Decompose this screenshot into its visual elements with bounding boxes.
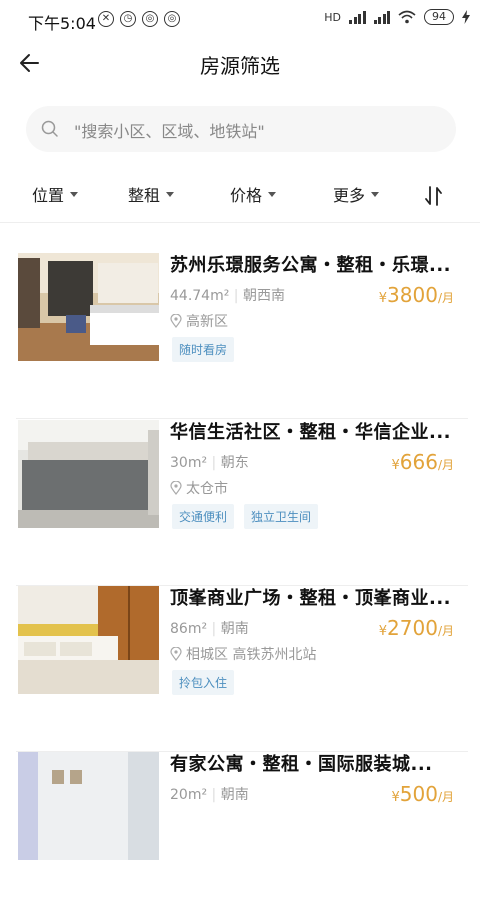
listing-location: 高新区 xyxy=(170,311,228,331)
location-pin-icon xyxy=(170,314,182,328)
filter-label: 位置 xyxy=(32,186,65,205)
listing-price: ¥3800/月 xyxy=(378,283,454,307)
listing-tag: 拎包入住 xyxy=(172,670,235,695)
listing-tag: 随时看房 xyxy=(172,337,235,362)
listing-area: 30m² xyxy=(170,455,208,471)
listing-meta: 30m² | 朝东 xyxy=(170,455,249,471)
listing-tags: 拎包入住 xyxy=(172,670,235,695)
caret-down-icon xyxy=(268,191,277,197)
listing-area: 20m² xyxy=(170,787,208,803)
wifi-icon xyxy=(398,10,416,24)
listing-orientation: 朝南 xyxy=(220,787,249,803)
filter-bar: 位置 整租 价格 更多 xyxy=(0,168,480,223)
listing-price: ¥500/月 xyxy=(391,782,454,806)
listing-tags: 随时看房 xyxy=(172,337,235,362)
listing-meta: 20m² | 朝南 xyxy=(170,787,249,803)
filter-more[interactable]: 更多 xyxy=(333,182,380,206)
caret-down-icon xyxy=(371,191,380,197)
listing-photo xyxy=(18,586,159,694)
mute-icon: ✕ xyxy=(98,11,114,27)
listing-card[interactable]: 顶峯商业广场・整租・顶峯商业... 86m² | 朝南 ¥2700/月 相城区 … xyxy=(0,586,480,752)
listing-card[interactable]: 有家公寓・整租・国际服装城... 20m² | 朝南 ¥500/月 xyxy=(0,752,480,918)
listing-area: 86m² xyxy=(170,621,208,637)
listing-price: ¥2700/月 xyxy=(378,616,454,640)
listing-photo xyxy=(18,253,159,361)
notification-icon: ◎ xyxy=(142,11,158,27)
hd-icon: HD xyxy=(324,10,341,24)
location-pin-icon xyxy=(170,481,182,495)
listing-photo xyxy=(18,752,159,860)
listing-card[interactable]: 苏州乐璟服务公寓・整租・乐璟... 44.74m² | 朝西南 ¥3800/月 … xyxy=(0,253,480,419)
signal-icon xyxy=(373,10,390,24)
listing-location: 太仓市 xyxy=(170,478,228,498)
listing-location: 相城区 高铁苏州北站 xyxy=(170,644,316,664)
filter-label: 整租 xyxy=(128,186,161,205)
listing-meta: 86m² | 朝南 xyxy=(170,621,249,637)
filter-location[interactable]: 位置 xyxy=(32,182,79,206)
caret-down-icon xyxy=(70,191,79,197)
listing-title: 华信生活社区・整租・华信企业... xyxy=(170,422,452,443)
search-input[interactable]: "搜索小区、区域、地铁站" xyxy=(26,106,456,152)
battery-indicator: 94 xyxy=(424,9,454,25)
charging-icon xyxy=(462,10,470,24)
listing-orientation: 朝东 xyxy=(220,455,249,471)
listing-area: 44.74m² xyxy=(170,288,230,304)
listing-orientation: 朝西南 xyxy=(242,288,285,304)
listing-tags: 交通便利 独立卫生间 xyxy=(172,504,319,529)
listing-orientation: 朝南 xyxy=(220,621,249,637)
status-bar: 下午5:04 ✕ ◷ ◎ ◎ HD 94 xyxy=(0,0,480,40)
filter-price[interactable]: 价格 xyxy=(230,182,277,206)
filter-rent-type[interactable]: 整租 xyxy=(128,182,175,206)
notification-icon: ◎ xyxy=(164,11,180,27)
status-notification-icons: ✕ ◷ ◎ ◎ xyxy=(98,11,180,27)
listing-meta: 44.74m² | 朝西南 xyxy=(170,288,285,304)
listing-photo xyxy=(18,420,159,528)
listing-title: 顶峯商业广场・整租・顶峯商业... xyxy=(170,588,452,609)
alarm-icon: ◷ xyxy=(120,11,136,27)
listing-tag: 独立卫生间 xyxy=(244,504,319,529)
search-icon xyxy=(41,120,58,137)
search-placeholder: "搜索小区、区域、地铁站" xyxy=(74,122,265,141)
page-title: 房源筛选 xyxy=(200,54,280,78)
listing-price: ¥666/月 xyxy=(391,450,454,474)
caret-down-icon xyxy=(166,191,175,197)
filter-label: 更多 xyxy=(333,186,366,205)
signal-icon xyxy=(349,10,366,24)
sort-icon[interactable] xyxy=(422,184,446,208)
location-pin-icon xyxy=(170,647,182,661)
header: 房源筛选 xyxy=(0,40,480,86)
status-time: 下午5:04 xyxy=(28,14,96,33)
listing-tag: 交通便利 xyxy=(172,504,235,529)
listing-title: 苏州乐璟服务公寓・整租・乐璟... xyxy=(170,255,452,276)
filter-label: 价格 xyxy=(230,186,263,205)
listing-title: 有家公寓・整租・国际服装城... xyxy=(170,754,433,775)
listing-card[interactable]: 华信生活社区・整租・华信企业... 30m² | 朝东 ¥666/月 太仓市 交… xyxy=(0,420,480,586)
